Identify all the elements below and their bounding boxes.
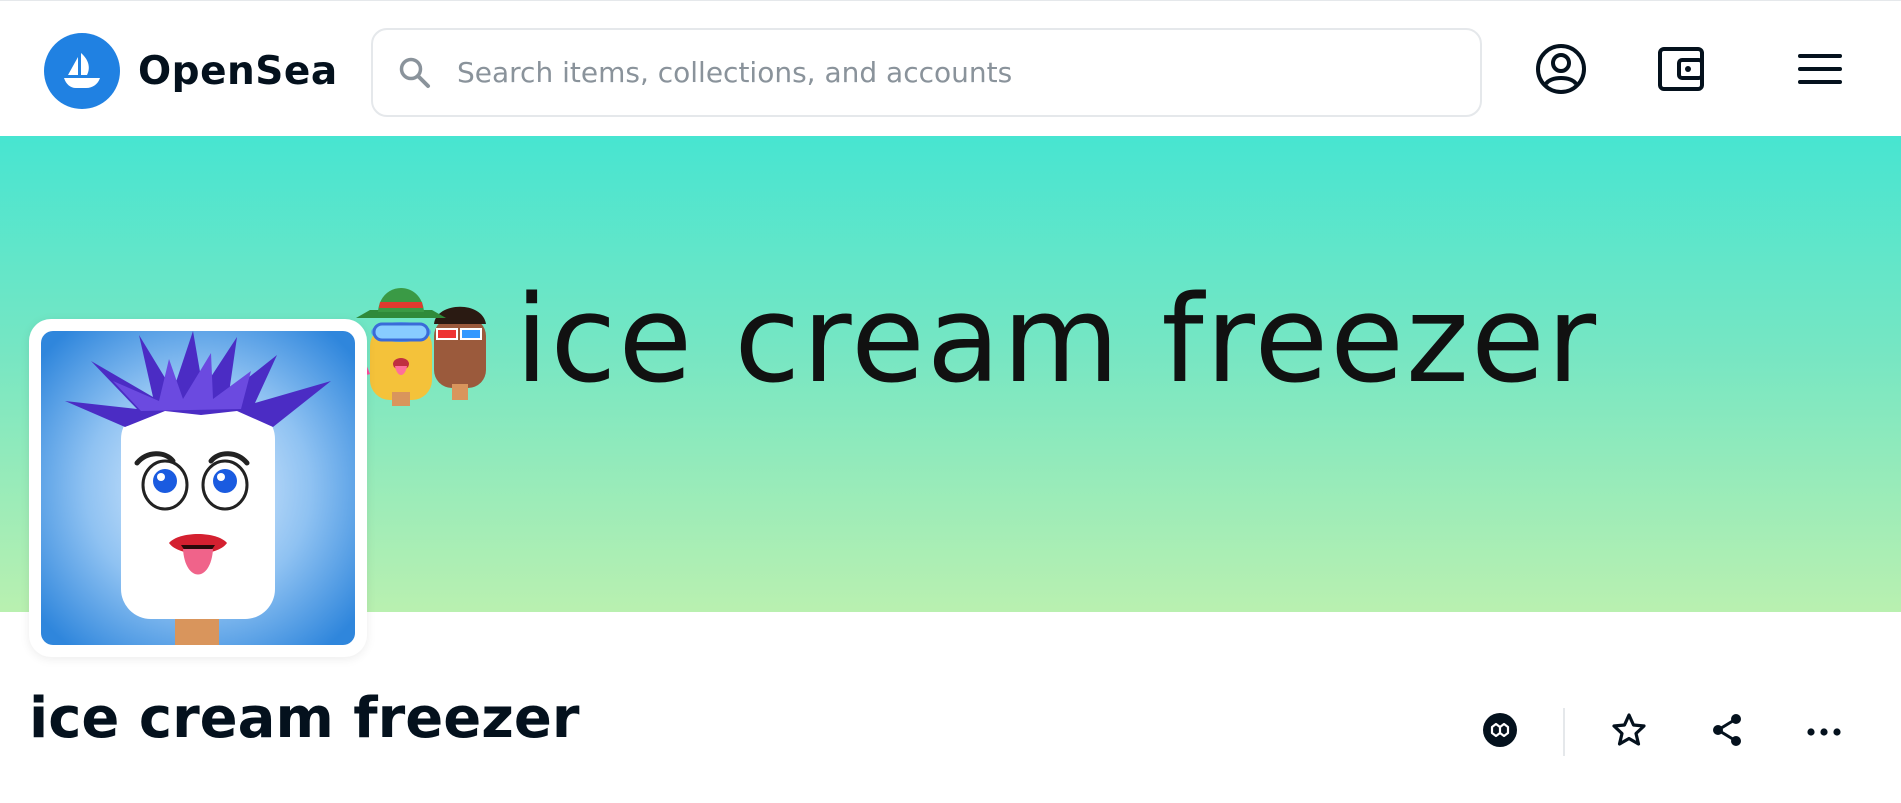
collection-name: ice cream freezer	[29, 686, 580, 751]
wallet-icon	[1655, 43, 1707, 99]
profile-button[interactable]	[1527, 37, 1595, 105]
search-input[interactable]	[457, 42, 1437, 103]
collection-avatar	[29, 319, 367, 657]
share-button[interactable]	[1697, 702, 1757, 762]
popsicle-avatar-image	[41, 331, 355, 645]
blockchain-badge[interactable]	[1470, 702, 1530, 762]
polygon-chain-icon	[1482, 712, 1518, 752]
star-icon	[1610, 711, 1648, 753]
main-menu-button[interactable]	[1786, 37, 1854, 105]
search-icon	[395, 53, 435, 93]
top-nav: OpenSea	[0, 0, 1901, 136]
wallet-button[interactable]	[1647, 37, 1715, 105]
banner-title: ice cream freezer	[515, 271, 1599, 410]
brand-name: OpenSea	[138, 48, 338, 94]
more-horizontal-icon	[1806, 723, 1842, 742]
favorite-button[interactable]	[1599, 702, 1659, 762]
opensea-boat-icon	[44, 33, 120, 109]
opensea-logo-link[interactable]: OpenSea	[44, 33, 338, 109]
actions-divider	[1563, 708, 1565, 756]
share-icon	[1709, 712, 1745, 752]
more-options-button[interactable]	[1794, 702, 1854, 762]
search-bar[interactable]	[371, 28, 1482, 117]
hamburger-menu-icon	[1796, 49, 1844, 93]
user-circle-icon	[1534, 42, 1588, 100]
banner-characters-image	[350, 266, 500, 406]
